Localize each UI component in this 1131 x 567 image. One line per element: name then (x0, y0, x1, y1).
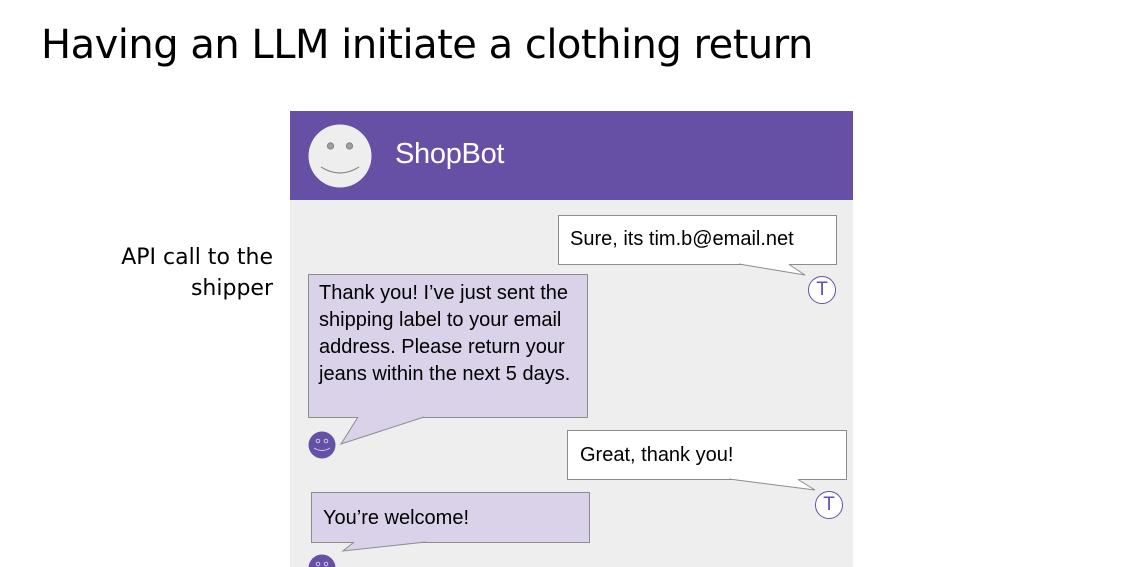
api-call-note-line-2: shipper (190, 276, 273, 301)
api-call-note-line-1: API call to the (121, 245, 273, 270)
user-message-text: Sure, its tim.b@email.net (570, 228, 794, 250)
chat-window: ShopBot Sure, its tim.b@email.net T Than… (290, 111, 853, 567)
user-avatar: T (808, 276, 836, 304)
bubble-tail (339, 416, 425, 445)
chatbot-name: ShopBot (395, 138, 505, 170)
smiley-face-icon (308, 124, 372, 188)
user-message-bubble: Great, thank you! (567, 430, 847, 480)
slide-title: Having an LLM initiate a clothing return (41, 22, 813, 68)
user-message-bubble: Sure, its tim.b@email.net (558, 215, 837, 265)
bot-avatar-icon (308, 431, 336, 459)
user-message-text: Great, thank you! (580, 444, 734, 466)
user-avatar: T (815, 491, 843, 519)
bot-message-bubble: You’re welcome! (311, 492, 590, 543)
bot-avatar-icon (308, 554, 336, 567)
bubble-tail (341, 541, 427, 552)
bot-message-bubble: Thank you! I’ve just sent the shipping l… (308, 274, 588, 418)
chat-header: ShopBot (290, 111, 853, 200)
bot-message-text: Thank you! I’ve just sent the shipping l… (319, 282, 571, 385)
bubble-tail (728, 478, 816, 491)
bot-message-text: You’re welcome! (323, 507, 470, 529)
api-call-note: API call to the shipper (121, 242, 273, 304)
bubble-tail (738, 263, 806, 276)
